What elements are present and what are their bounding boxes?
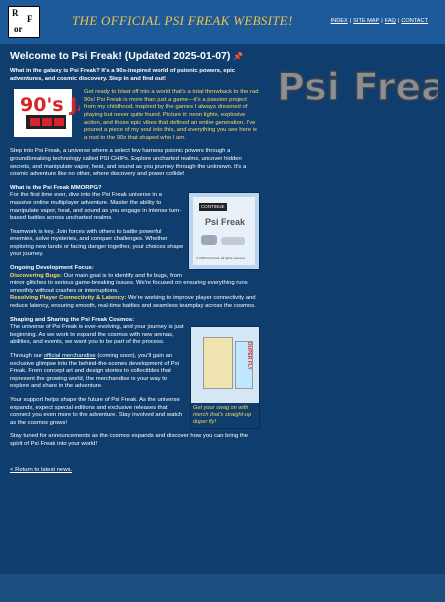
main-content: Welcome to Psi Freak! (Updated 2025-01-0… [10,50,260,480]
stay-paragraph: Stay tuned for announcements as the cosm… [10,433,249,447]
character-sprite-icon [201,235,217,246]
dev-conn-label: Resolving Player Connectivity & Latency: [10,295,127,302]
jam-paragraph: Get ready to blast off into a world that… [84,89,259,141]
dev-conn-item: Resolving Player Connectivity & Latency:… [10,295,256,310]
game-title: Psi Freak [205,217,246,228]
nav-sitemap-link[interactable]: SITE MAP [353,18,379,24]
pushpin-icon: 📌 [233,52,244,61]
creature-sprite-icon [221,237,245,246]
game-screenshot-frame[interactable]: CONTINUE Psi Freak © 2025 Psi Freak. All… [188,192,260,271]
site-title: THE OFFICIAL PSI FREAK WEBSITE! [72,13,293,28]
merch-box[interactable]: DUPER FLY Get your swag on with merch th… [190,326,260,430]
official-merch-link[interactable]: official merchandise [44,353,96,359]
dev-bugs-label: Discovering Bugs: [10,272,63,279]
shaping-title: Shaping and Sharing the Psi Freak Cosmos… [10,316,135,323]
dev-bugs-item: Discovering Bugs: Our main goal is to id… [10,272,248,294]
svg-text:Psi Freak: Psi Freak [277,65,438,109]
logo-letter-r: R [12,8,19,18]
merch-image: DUPER FLY [191,327,259,404]
mmorpg-title: What is the Psi Freak MMORPG? [10,184,102,191]
step-paragraph: Step into Psi Freak, a universe where a … [10,148,247,178]
site-logo[interactable]: R F or [8,6,40,38]
psi-freak-brand-logo: Psi Freak [276,64,438,110]
game-footer: © 2025 Psi Freak. All rights reserved. [196,256,246,261]
continue-badge: CONTINUE [199,203,227,211]
jam-section: 90's JAM Get ready to blast off into a w… [10,89,260,148]
game-screenshot: CONTINUE Psi Freak © 2025 Psi Freak. All… [193,197,255,266]
nav-index-link[interactable]: INDEX [331,18,348,24]
site-header: R F or THE OFFICIAL PSI FREAK WEBSITE! I… [0,0,445,44]
merch-book-icon [203,337,233,390]
top-nav: INDEX | SITE MAP | FAQ | CONTACT [330,18,428,24]
footer-bar [0,574,445,602]
nineties-jam-logo: 90's JAM [10,89,111,139]
nav-contact-link[interactable]: CONTACT [401,18,428,24]
nav-faq-link[interactable]: FAQ [385,18,396,24]
merch-label: DUPER FLY [235,341,253,390]
return-link[interactable]: < Return to latest news. [10,467,72,473]
logo-letter-or: or [14,24,23,34]
intro-text: What in the galaxy is Psi Freak? It's a … [10,68,235,82]
page-headline: Welcome to Psi Freak! (Updated 2025-01-0… [10,50,244,62]
merch-caption: Get your swag on with merch that's strai… [193,405,252,426]
svg-text:90's JAM: 90's JAM [20,94,80,116]
logo-letter-f: F [27,14,33,24]
